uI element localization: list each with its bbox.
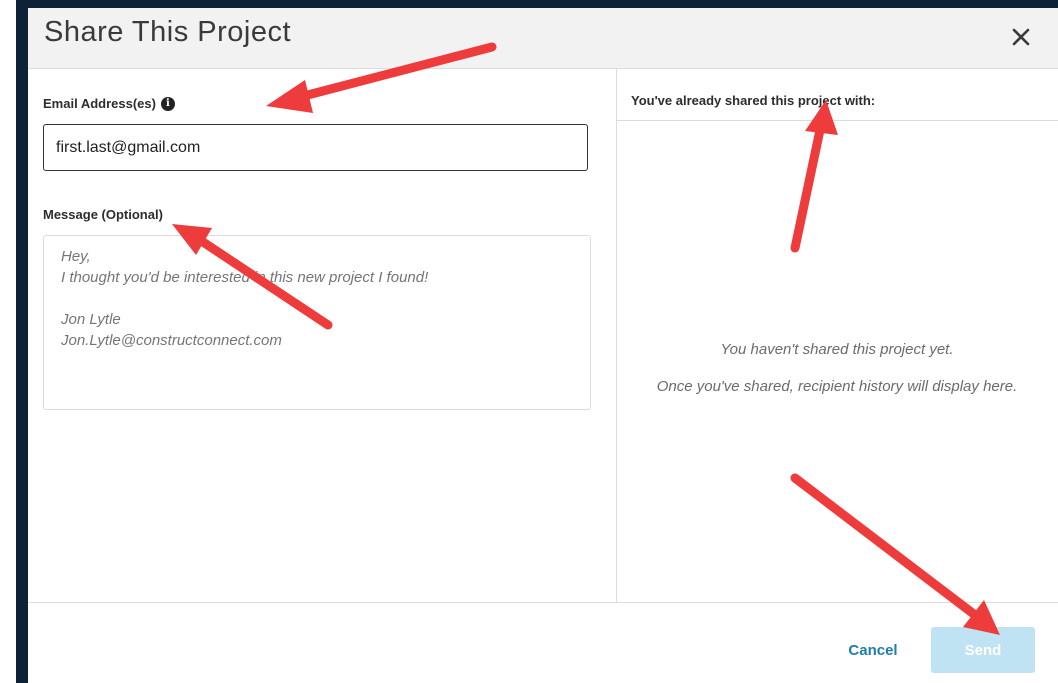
close-button[interactable] <box>1004 20 1038 54</box>
cancel-button[interactable]: Cancel <box>828 633 918 667</box>
shared-history-header: You've already shared this project with: <box>617 69 1058 121</box>
empty-state-message: You haven't shared this project yet. <box>720 341 954 358</box>
email-label-text: Email Address(es) <box>43 96 156 111</box>
email-input[interactable] <box>43 124 588 171</box>
empty-state-hint: Once you've shared, recipient history wi… <box>656 378 1018 395</box>
info-icon[interactable]: i <box>160 96 175 111</box>
share-form-pane: Email Address(es) i Message (Optional) <box>28 69 616 602</box>
message-label: Message (Optional) <box>43 207 163 222</box>
shared-history-pane: You've already shared this project with:… <box>616 69 1058 602</box>
close-icon <box>1012 28 1030 46</box>
dialog-footer: Cancel Send <box>28 602 1058 683</box>
shared-history-title: You've already shared this project with: <box>631 93 876 108</box>
dialog-header: Share This Project <box>28 8 1058 69</box>
share-project-dialog: Share This Project Email Address(es) i M… <box>28 8 1058 683</box>
email-label: Email Address(es) i <box>43 96 175 111</box>
send-button[interactable]: Send <box>931 627 1035 673</box>
dialog-title: Share This Project <box>44 16 292 48</box>
message-textarea[interactable] <box>43 235 591 410</box>
